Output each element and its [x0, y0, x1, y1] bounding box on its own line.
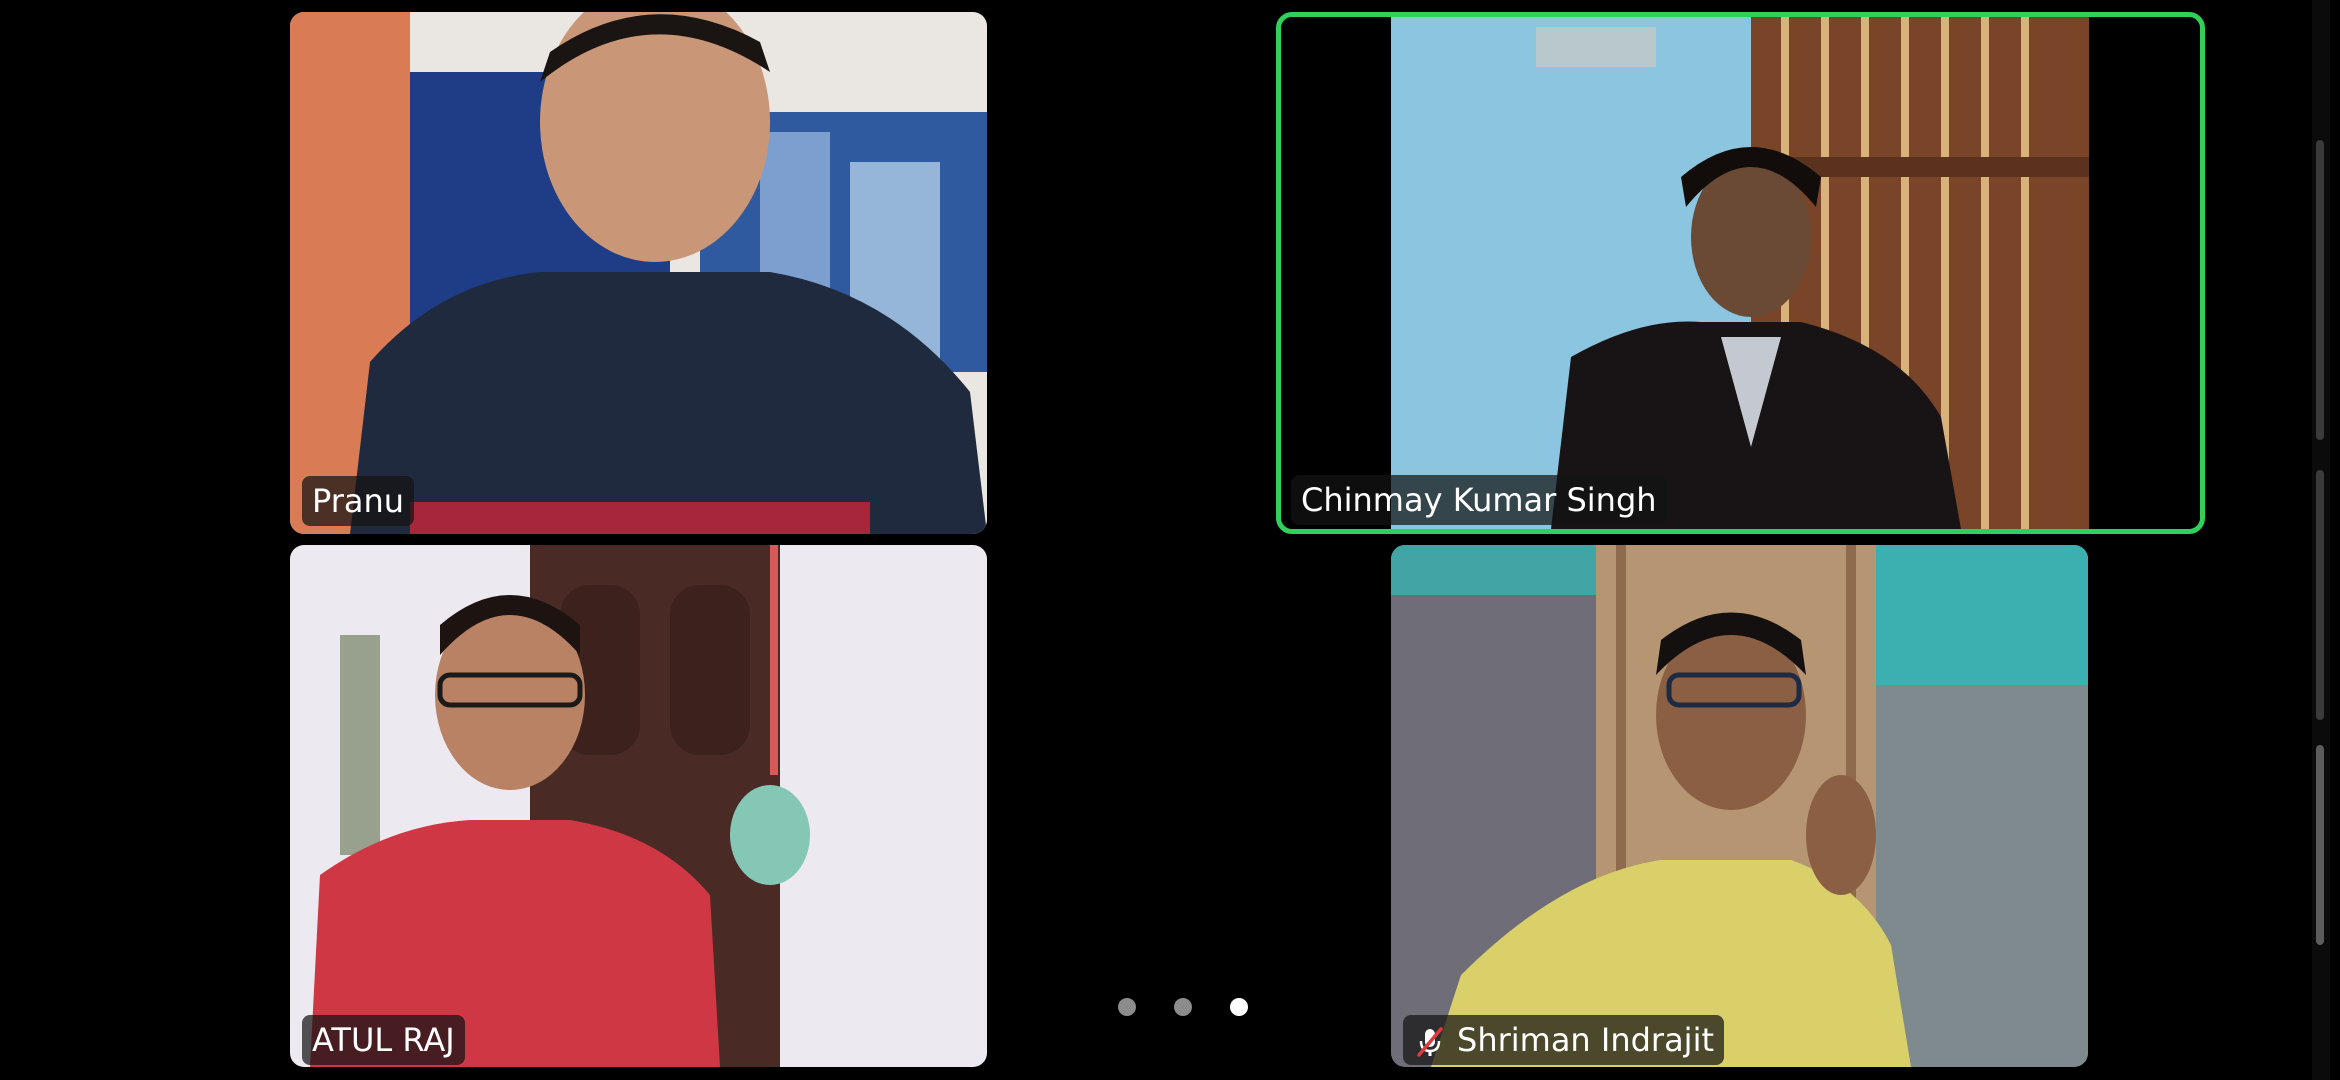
scrollbar-segment[interactable]	[2316, 470, 2324, 720]
video-tile-chinmay-kumar-singh[interactable]: Chinmay Kumar Singh	[1281, 17, 2200, 529]
participant-name: Shriman Indrajit	[1457, 1021, 1714, 1059]
page-dot-1[interactable]	[1118, 998, 1136, 1016]
meeting-stage: Pranu Chinmay Kumar Singh ATUL RAJ Shrim…	[0, 0, 2340, 1080]
participant-video	[1281, 17, 2200, 529]
page-dot-3-active[interactable]	[1230, 998, 1248, 1016]
video-tile-pranu[interactable]: Pranu	[290, 12, 987, 534]
participant-video	[290, 12, 987, 534]
participant-name: Chinmay Kumar Singh	[1301, 481, 1657, 519]
participant-name-label: Shriman Indrajit	[1403, 1015, 1724, 1065]
participant-name-label: ATUL RAJ	[302, 1015, 465, 1065]
participant-name-label: Chinmay Kumar Singh	[1291, 475, 1667, 525]
participant-name: ATUL RAJ	[312, 1021, 455, 1059]
mic-off-icon	[1413, 1023, 1447, 1057]
scrollbar-segment[interactable]	[2316, 140, 2324, 440]
participant-name-label: Pranu	[302, 476, 415, 526]
video-tile-shriman-indrajit[interactable]: Shriman Indrajit	[1391, 545, 2088, 1067]
participant-video	[1391, 545, 2088, 1067]
scrollbar-thumb[interactable]	[2316, 745, 2324, 945]
video-tile-atul-raj[interactable]: ATUL RAJ	[290, 545, 987, 1067]
participant-video	[290, 545, 987, 1067]
page-dot-2[interactable]	[1174, 998, 1192, 1016]
gallery-pagination[interactable]	[1118, 998, 1248, 1016]
participant-name: Pranu	[312, 482, 405, 520]
